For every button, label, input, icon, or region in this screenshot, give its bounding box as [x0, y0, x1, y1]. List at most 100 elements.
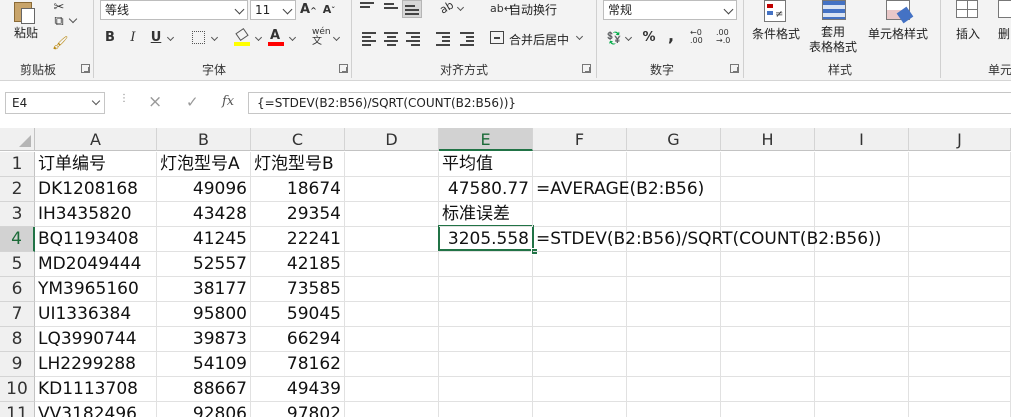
underline-button[interactable]: U	[150, 30, 162, 46]
formula-input[interactable]: {=STDEV(B2:B56)/SQRT(COUNT(B2:B56))}	[248, 92, 1011, 114]
column-header-e[interactable]: E	[439, 128, 533, 151]
cell-c5[interactable]: 42185	[251, 252, 345, 277]
conditional-format-icon[interactable]: ≠	[764, 0, 788, 22]
chevron-down-icon[interactable]	[234, 4, 245, 15]
cell-i6[interactable]	[815, 277, 909, 302]
font-color-icon[interactable]: A	[268, 28, 284, 46]
cell-f1[interactable]	[533, 152, 627, 177]
column-header-d[interactable]: D	[345, 128, 439, 151]
cell-j11[interactable]	[909, 402, 1011, 417]
table-format-button[interactable]: 套用 表格格式	[806, 25, 860, 55]
font-launcher-icon[interactable]	[339, 64, 348, 73]
border-icon[interactable]	[192, 31, 205, 44]
cell-a3[interactable]: IH3435820	[35, 202, 157, 227]
cell-e4[interactable]: 3205.558	[439, 227, 533, 252]
row-header-11[interactable]: 11	[0, 402, 35, 417]
wrap-text-icon[interactable]: ab↵	[490, 1, 513, 17]
cell-c9[interactable]: 78162	[251, 352, 345, 377]
align-left-icon[interactable]	[362, 32, 376, 46]
cell-i8[interactable]	[815, 327, 909, 352]
cell-f11[interactable]	[533, 402, 627, 417]
cell-e5[interactable]	[439, 252, 533, 277]
font-name-combo[interactable]: 等线	[100, 0, 248, 20]
decrease-decimal-icon[interactable]: .00 →.0	[716, 29, 734, 47]
cell-d8[interactable]	[345, 327, 439, 352]
delete-cells-icon[interactable]	[998, 0, 1011, 18]
cell-h7[interactable]	[721, 302, 815, 327]
cell-i11[interactable]	[815, 402, 909, 417]
cell-b4[interactable]: 41245	[157, 227, 251, 252]
paste-button[interactable]: 粘贴	[14, 24, 38, 41]
cell-i7[interactable]	[815, 302, 909, 327]
align-middle-icon[interactable]	[384, 3, 398, 15]
number-format-combo[interactable]: 常规	[603, 0, 737, 20]
orientation-icon[interactable]: ab	[437, 0, 457, 18]
cell-c7[interactable]: 59045	[251, 302, 345, 327]
cell-a1[interactable]: 订单编号	[35, 152, 157, 177]
delete-cells-button[interactable]: 删	[998, 25, 1010, 42]
cell-c4[interactable]: 22241	[251, 227, 345, 252]
cell-b9[interactable]: 54109	[157, 352, 251, 377]
cell-d2[interactable]	[345, 177, 439, 202]
cell-a8[interactable]: LQ3990744	[35, 327, 157, 352]
cell-e1[interactable]: 平均值	[439, 152, 533, 177]
alignment-launcher-icon[interactable]	[582, 64, 591, 73]
insert-cells-icon[interactable]	[956, 0, 978, 18]
cell-e10[interactable]	[439, 377, 533, 402]
font-color-dropdown-icon[interactable]	[288, 33, 297, 42]
cell-g5[interactable]	[627, 252, 721, 277]
fill-color-dropdown-icon[interactable]	[254, 33, 263, 42]
cell-d1[interactable]	[345, 152, 439, 177]
cell-a10[interactable]: KD1113708	[35, 377, 157, 402]
cell-g3[interactable]	[627, 202, 721, 227]
cell-f4[interactable]: =STDEV(B2:B56)/SQRT(COUNT(B2:B56))	[533, 227, 881, 252]
align-top-icon[interactable]	[360, 2, 374, 14]
comma-button[interactable]: ,	[666, 28, 676, 44]
cell-f10[interactable]	[533, 377, 627, 402]
cell-b2[interactable]: 49096	[157, 177, 251, 202]
cell-h9[interactable]	[721, 352, 815, 377]
cell-f6[interactable]	[533, 277, 627, 302]
cell-j9[interactable]	[909, 352, 1011, 377]
cell-b10[interactable]: 88667	[157, 377, 251, 402]
row-header-8[interactable]: 8	[0, 327, 35, 352]
cell-h2[interactable]	[721, 177, 815, 202]
percent-button[interactable]: %	[642, 30, 656, 46]
cell-j1[interactable]	[909, 152, 1011, 177]
cell-b6[interactable]: 38177	[157, 277, 251, 302]
cell-styles-button[interactable]: 单元格样式	[868, 25, 928, 42]
cell-f2[interactable]: =AVERAGE(B2:B56)	[533, 177, 704, 202]
phonetic-dropdown-icon[interactable]	[332, 33, 341, 42]
cell-e9[interactable]	[439, 352, 533, 377]
cell-c6[interactable]: 73585	[251, 277, 345, 302]
cell-d11[interactable]	[345, 402, 439, 417]
cell-j2[interactable]	[909, 177, 1011, 202]
cell-j10[interactable]	[909, 377, 1011, 402]
cell-d10[interactable]	[345, 377, 439, 402]
cell-b11[interactable]: 92806	[157, 402, 251, 417]
shrink-font-button[interactable]: Aˇ	[322, 2, 336, 19]
bold-button[interactable]: B	[104, 30, 116, 46]
cell-c10[interactable]: 49439	[251, 377, 345, 402]
cell-g9[interactable]	[627, 352, 721, 377]
cell-b7[interactable]: 95800	[157, 302, 251, 327]
cell-a11[interactable]: VV3182496	[35, 402, 157, 417]
cell-a7[interactable]: UI1336384	[35, 302, 157, 327]
cell-j8[interactable]	[909, 327, 1011, 352]
cell-b5[interactable]: 52557	[157, 252, 251, 277]
cell-h8[interactable]	[721, 327, 815, 352]
cell-e6[interactable]	[439, 277, 533, 302]
row-header-3[interactable]: 3	[0, 202, 35, 227]
formula-bar-splitter[interactable]: ⋮	[119, 94, 129, 111]
cell-f9[interactable]	[533, 352, 627, 377]
orientation-dropdown-icon[interactable]	[456, 3, 465, 12]
row-header-10[interactable]: 10	[0, 377, 35, 402]
font-size-combo[interactable]: 11	[250, 0, 296, 20]
cell-g7[interactable]	[627, 302, 721, 327]
cell-e11[interactable]	[439, 402, 533, 417]
cell-i2[interactable]	[815, 177, 909, 202]
cell-j4[interactable]	[909, 227, 1011, 252]
fill-color-icon[interactable]	[234, 27, 250, 46]
cell-c2[interactable]: 18674	[251, 177, 345, 202]
increase-decimal-icon[interactable]: ←0.00	[690, 29, 708, 47]
